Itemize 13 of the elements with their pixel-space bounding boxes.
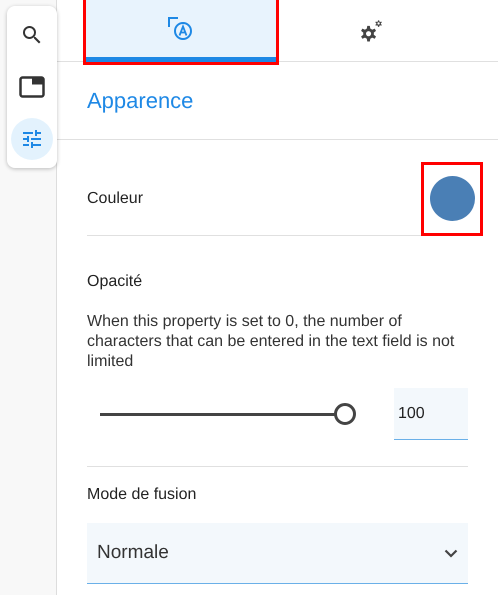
opacity-slider[interactable] [100, 403, 356, 425]
color-label: Couleur [87, 188, 144, 208]
section-title: Apparence [87, 87, 194, 115]
opacity-description: When this property is set to 0, the number of characters that can be entered in the text field is not limited [87, 312, 456, 372]
opacity-input[interactable]: 100 [394, 388, 468, 440]
chevron-down-icon [444, 548, 458, 558]
window-icon [19, 76, 45, 98]
tab[interactable] [86, 0, 276, 62]
sliders-icon [20, 127, 44, 151]
opacity-label: Opacité [87, 272, 144, 292]
blend-mode-select[interactable]: Normale [87, 523, 468, 584]
blend-mode-label: Mode de fusion [87, 485, 198, 505]
text-style-icon [167, 14, 195, 42]
